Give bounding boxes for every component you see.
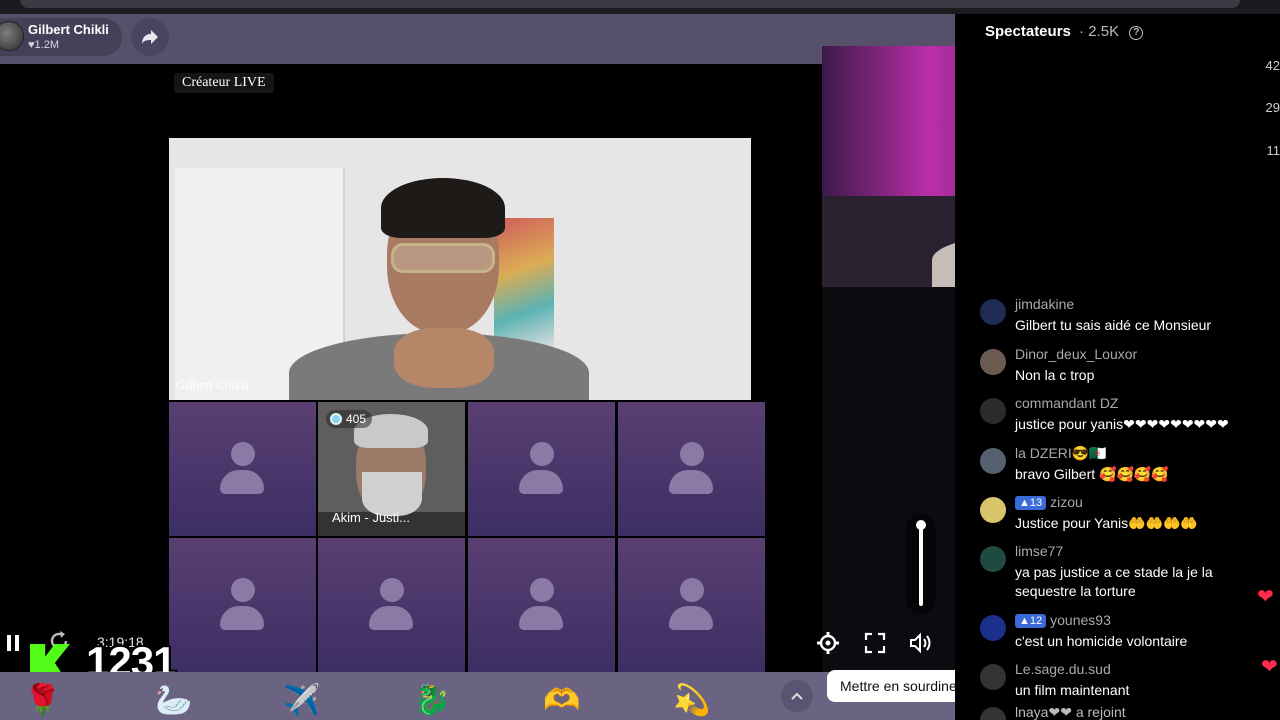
level-badge: ▲12 <box>1015 614 1047 628</box>
user-avatar[interactable] <box>980 546 1006 572</box>
empty-guest-slot[interactable] <box>318 538 465 672</box>
level-badge: ▲13 <box>1015 496 1047 510</box>
live-stream-app: Gilbert Chikli ♥1.2M Créateur LIVE Gilbe… <box>0 0 1280 720</box>
more-gifts-button[interactable] <box>781 680 813 712</box>
user-avatar[interactable] <box>980 398 1006 424</box>
chat-text: Justice pour Yanis🤲🤲🤲🤲 <box>1015 515 1198 531</box>
person-placeholder-icon <box>220 578 264 632</box>
viewers-label: Spectateurs <box>985 23 1071 40</box>
main-camera-label: Gilbert Chikli <box>176 377 249 392</box>
person-hands <box>394 328 494 388</box>
empty-guest-slot[interactable] <box>618 402 765 536</box>
chat-username[interactable]: lnaya❤❤ a rejoint <box>1015 704 1126 720</box>
background-poster <box>494 218 554 348</box>
chat-username[interactable]: limse77 <box>1015 543 1063 559</box>
chat-text: ya pas justice a ce stade la je la seque… <box>1015 564 1213 599</box>
gift-bar: 🌹 🦢 ✈️ 🐉 🫶 💫 <box>0 672 955 720</box>
person-glasses <box>391 243 495 273</box>
share-button[interactable] <box>131 18 169 56</box>
gift-jet[interactable]: ✈️ <box>283 680 321 720</box>
empty-guest-slot[interactable] <box>169 538 316 672</box>
pause-icon[interactable] <box>6 635 20 651</box>
volume-track <box>919 524 923 606</box>
chat-username[interactable]: ▲13 zizou <box>1015 494 1083 510</box>
speaker-icon <box>910 632 931 654</box>
chat-username[interactable]: jimdakine <box>1015 296 1074 312</box>
empty-guest-slot[interactable] <box>468 402 615 536</box>
gift-heart-hands[interactable]: 🫶 <box>543 680 581 720</box>
person-placeholder-icon <box>669 578 713 632</box>
guest-grid: 405 Akim - Justi... <box>169 402 766 672</box>
gear-icon <box>817 632 839 654</box>
likes-count: 1.2M <box>34 39 59 51</box>
chat-text: justice pour yanis❤❤❤❤❤❤❤❤❤ <box>1015 416 1229 432</box>
chat-text: bravo Gilbert 🥰🥰🥰🥰 <box>1015 466 1169 482</box>
rank-value: 11 <box>1266 143 1280 158</box>
person-placeholder-icon <box>669 442 713 496</box>
gift-galaxy[interactable]: 💫 <box>673 680 711 720</box>
host-name[interactable]: Gilbert Chikli <box>28 22 109 37</box>
mute-button[interactable] <box>908 630 934 656</box>
video-player[interactable]: Créateur LIVE Gilbert Chikli 405 Akim - … <box>0 64 822 672</box>
guest-name: Akim - Justi... <box>332 510 411 525</box>
viewers-header[interactable]: Spectateurs · 2.5K ? <box>985 23 1144 40</box>
side-panel: Spectateurs · 2.5K ? 42 29 11 jimdakine … <box>955 14 1280 720</box>
guest-camera-tile[interactable]: 405 Akim - Justi... <box>318 402 465 536</box>
chevron-up-icon <box>791 692 803 700</box>
chat-username[interactable]: Le.sage.du.sud <box>1015 661 1111 677</box>
stream-header: Gilbert Chikli ♥1.2M <box>0 14 955 64</box>
share-icon <box>142 30 158 44</box>
host-likes: ♥1.2M <box>28 39 59 51</box>
fullscreen-button[interactable] <box>862 630 888 656</box>
user-avatar[interactable] <box>980 615 1006 641</box>
floating-heart-icon: ❤ <box>1257 586 1274 608</box>
empty-guest-slot[interactable] <box>468 538 615 672</box>
chat-text: Non la c trop <box>1015 367 1095 383</box>
guest-score: 405 <box>346 412 367 426</box>
gift-dragon[interactable]: 🐉 <box>413 680 451 720</box>
user-avatar[interactable] <box>980 349 1006 375</box>
gift-swan[interactable]: 🦢 <box>155 680 193 720</box>
user-avatar[interactable] <box>980 497 1006 523</box>
empty-guest-slot[interactable] <box>169 402 316 536</box>
gift-rose[interactable]: 🌹 <box>24 680 62 720</box>
chat-username[interactable]: ▲12 younes93 <box>1015 612 1111 628</box>
person-hair <box>381 178 505 238</box>
person-placeholder-icon <box>220 442 264 496</box>
creator-live-badge: Créateur LIVE <box>174 73 274 93</box>
person-placeholder-icon <box>369 578 413 632</box>
chat-username[interactable]: la DZERI😎🇩🇿 <box>1015 445 1107 462</box>
person-placeholder-icon <box>519 442 563 496</box>
user-avatar[interactable] <box>980 299 1006 325</box>
rank-value: 29 <box>1265 100 1280 115</box>
volume-slider[interactable] <box>906 514 936 614</box>
rank-value: 42 <box>1265 58 1280 73</box>
person-placeholder-icon <box>519 578 563 632</box>
chat-username[interactable]: commandant DZ <box>1015 395 1118 411</box>
guest-score-badge: 405 <box>326 410 373 428</box>
host-avatar[interactable] <box>0 21 24 51</box>
top-bar-pill <box>20 0 1240 8</box>
empty-guest-slot[interactable] <box>618 538 765 672</box>
user-avatar[interactable] <box>980 664 1006 690</box>
volume-knob[interactable] <box>916 520 926 530</box>
settings-button[interactable] <box>815 630 841 656</box>
help-icon[interactable]: ? <box>1129 26 1144 40</box>
viewers-count: · 2.5K <box>1079 23 1120 40</box>
user-avatar[interactable] <box>980 707 1006 720</box>
host-info[interactable]: Gilbert Chikli ♥1.2M <box>0 18 122 56</box>
floating-heart-icon: ❤ <box>1261 656 1278 678</box>
coin-icon <box>330 413 342 425</box>
user-avatar[interactable] <box>980 448 1006 474</box>
chat-text: Gilbert tu sais aidé ce Monsieur <box>1015 317 1212 333</box>
main-camera-feed[interactable]: Gilbert Chikli <box>169 138 751 400</box>
chat-text: un film maintenant <box>1015 682 1130 698</box>
chat-text: c'est un homicide volontaire <box>1015 633 1188 649</box>
chat-username[interactable]: Dinor_deux_Louxor <box>1015 346 1137 362</box>
browser-top-strip <box>0 0 1280 14</box>
fullscreen-icon <box>864 632 886 654</box>
